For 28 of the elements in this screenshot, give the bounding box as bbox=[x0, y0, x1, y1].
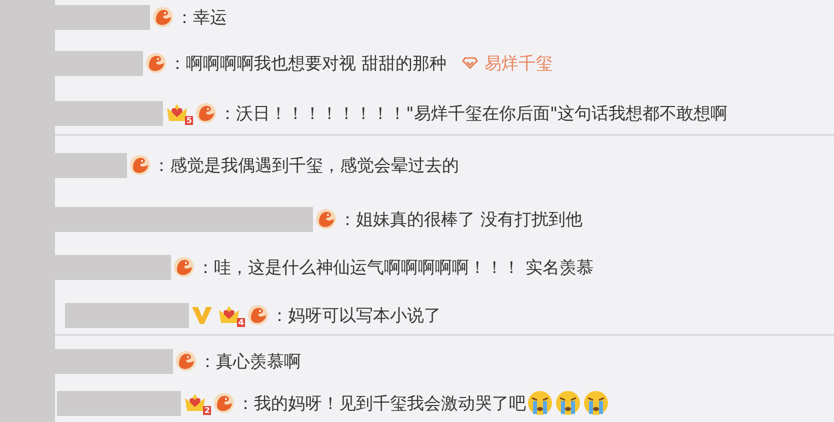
badge-level: 2 bbox=[203, 406, 211, 415]
comment-text: ：啊啊啊啊我也想要对视 甜甜的那种 bbox=[169, 52, 446, 74]
fan-badge-icon bbox=[152, 6, 174, 28]
crying-face-icon bbox=[526, 389, 554, 417]
fan-badge-icon bbox=[315, 208, 337, 230]
comment-text: ：沃日！！！！！！！！"易烊千玺在你后面"这句话我想都不敢想啊 bbox=[219, 102, 728, 124]
fan-badge-icon bbox=[173, 256, 195, 278]
topic-link[interactable]: 易烊千玺 bbox=[462, 52, 552, 74]
fan-badge-icon bbox=[247, 304, 269, 326]
fan-badge-icon bbox=[175, 350, 197, 372]
comment-text: ：真心羡慕啊 bbox=[199, 350, 301, 372]
verified-v-icon bbox=[191, 305, 213, 325]
comment-text: ：哇，这是什么神仙运气啊啊啊啊啊！！！ 实名羡慕 bbox=[197, 256, 594, 278]
fan-badge-icon bbox=[129, 154, 151, 176]
comment-text: ：姐妹真的很棒了 没有打扰到他 bbox=[339, 208, 582, 230]
fan-badge-icon bbox=[195, 102, 217, 124]
topic-diamond-icon bbox=[462, 57, 478, 69]
comment-text: ：妈呀可以写本小说了 bbox=[271, 304, 441, 326]
fan-badge-icon bbox=[213, 392, 235, 414]
comment-text: ：我的妈呀！见到千玺我会激动哭了吧 bbox=[237, 392, 526, 414]
comment-text: ：感觉是我偶遇到千玺，感觉会晕过去的 bbox=[153, 154, 459, 176]
crying-face-icon bbox=[582, 389, 610, 417]
fan-badge-icon bbox=[145, 52, 167, 74]
badge-level: 5 bbox=[185, 116, 193, 125]
crying-face-icon bbox=[554, 389, 582, 417]
redacted-username bbox=[55, 152, 127, 178]
badge-level: 4 bbox=[237, 318, 245, 327]
comment-text: ：幸运 bbox=[176, 6, 227, 28]
